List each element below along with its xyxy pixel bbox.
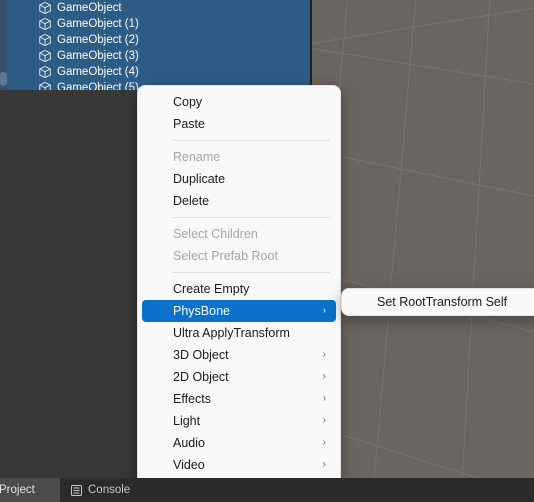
menu-item-label: Light: [173, 414, 201, 428]
cube-icon: [39, 65, 51, 79]
menu-item-effects[interactable]: Effects ›: [142, 388, 336, 410]
scene-grid: [312, 0, 534, 478]
tab-console-label: Console: [88, 484, 131, 496]
menu-item-label: PhysBone: [173, 304, 230, 318]
menu-item-label: Paste: [173, 117, 205, 131]
menu-item-3d-object[interactable]: 3D Object ›: [142, 344, 336, 366]
menu-item-label: Select Prefab Root: [173, 249, 278, 263]
menu-item-label: Video: [173, 458, 205, 472]
hierarchy-item[interactable]: GameObject (4): [0, 64, 310, 80]
hierarchy-item-label: GameObject (3): [57, 50, 139, 62]
chevron-right-icon: ›: [322, 415, 326, 426]
hierarchy-item[interactable]: GameObject (3): [0, 48, 310, 64]
menu-item-audio[interactable]: Audio ›: [142, 432, 336, 454]
hierarchy-panel[interactable]: GameObject GameObject (1) GameObject (2) Ga…: [0, 0, 310, 90]
menu-item-label: Rename: [173, 150, 221, 164]
menu-item-label: Duplicate: [173, 172, 226, 186]
menu-item-label: Copy: [173, 95, 203, 109]
hierarchy-item-label: GameObject: [57, 2, 122, 14]
chevron-right-icon: ›: [322, 393, 326, 404]
hierarchy-item-label: GameObject (2): [57, 34, 139, 46]
cube-icon: [39, 81, 51, 90]
tab-project[interactable]: Project: [0, 478, 60, 502]
menu-item-label: Set RootTransform Self: [377, 295, 508, 309]
menu-item-label: Effects: [173, 392, 211, 406]
menu-item-select-children: Select Children: [142, 223, 336, 245]
menu-item-copy[interactable]: Copy: [142, 91, 336, 113]
menu-item-set-roottransform-self[interactable]: Set RootTransform Self: [346, 291, 534, 313]
menu-item-delete[interactable]: Delete: [142, 190, 336, 212]
menu-item-label: Select Children: [173, 227, 258, 241]
menu-item-select-prefab-root: Select Prefab Root: [142, 245, 336, 267]
cube-icon: [39, 33, 51, 47]
chevron-right-icon: ›: [322, 305, 326, 316]
cube-icon: [39, 1, 51, 15]
menu-item-ultra-applytransform[interactable]: Ultra ApplyTransform: [142, 322, 336, 344]
hierarchy-item[interactable]: GameObject (2): [0, 32, 310, 48]
context-menu[interactable]: Copy Paste Rename Duplicate Delete Select Chi…: [137, 85, 341, 502]
menu-item-paste[interactable]: Paste: [142, 113, 336, 135]
chevron-right-icon: ›: [322, 349, 326, 360]
menu-item-label: Delete: [173, 194, 210, 208]
hierarchy-item[interactable]: GameObject: [0, 0, 310, 16]
menu-item-label: Create Empty: [173, 282, 250, 296]
tab-project-label: Project: [0, 484, 35, 496]
menu-item-duplicate[interactable]: Duplicate: [142, 168, 336, 190]
chevron-right-icon: ›: [322, 437, 326, 448]
hierarchy-item-label: GameObject (4): [57, 66, 139, 78]
menu-item-label: 3D Object: [173, 348, 229, 362]
menu-item-label: Ultra ApplyTransform: [173, 326, 290, 340]
menu-item-video[interactable]: Video ›: [142, 454, 336, 476]
cube-icon: [39, 17, 51, 31]
hierarchy-item-label: GameObject (1): [57, 18, 139, 30]
chevron-right-icon: ›: [322, 459, 326, 470]
menu-item-label: 2D Object: [173, 370, 229, 384]
menu-item-label: Audio: [173, 436, 205, 450]
hierarchy-item[interactable]: GameObject (1): [0, 16, 310, 32]
hierarchy-item-label: GameObject (5): [57, 82, 139, 90]
chevron-right-icon: ›: [322, 371, 326, 382]
menu-item-light[interactable]: Light ›: [142, 410, 336, 432]
cube-icon: [39, 49, 51, 63]
menu-separator: [173, 140, 330, 141]
scene-view[interactable]: [312, 0, 534, 478]
console-icon: [71, 484, 82, 496]
menu-item-create-empty[interactable]: Create Empty: [142, 278, 336, 300]
physbone-submenu[interactable]: Set RootTransform Self: [341, 288, 534, 316]
tab-console[interactable]: Console: [60, 478, 141, 502]
bottom-dock-tab-bar: Project Console: [0, 478, 534, 502]
menu-item-rename: Rename: [142, 146, 336, 168]
menu-separator: [173, 272, 330, 273]
menu-separator: [173, 217, 330, 218]
menu-item-physbone[interactable]: PhysBone ›: [142, 300, 336, 322]
menu-item-2d-object[interactable]: 2D Object ›: [142, 366, 336, 388]
